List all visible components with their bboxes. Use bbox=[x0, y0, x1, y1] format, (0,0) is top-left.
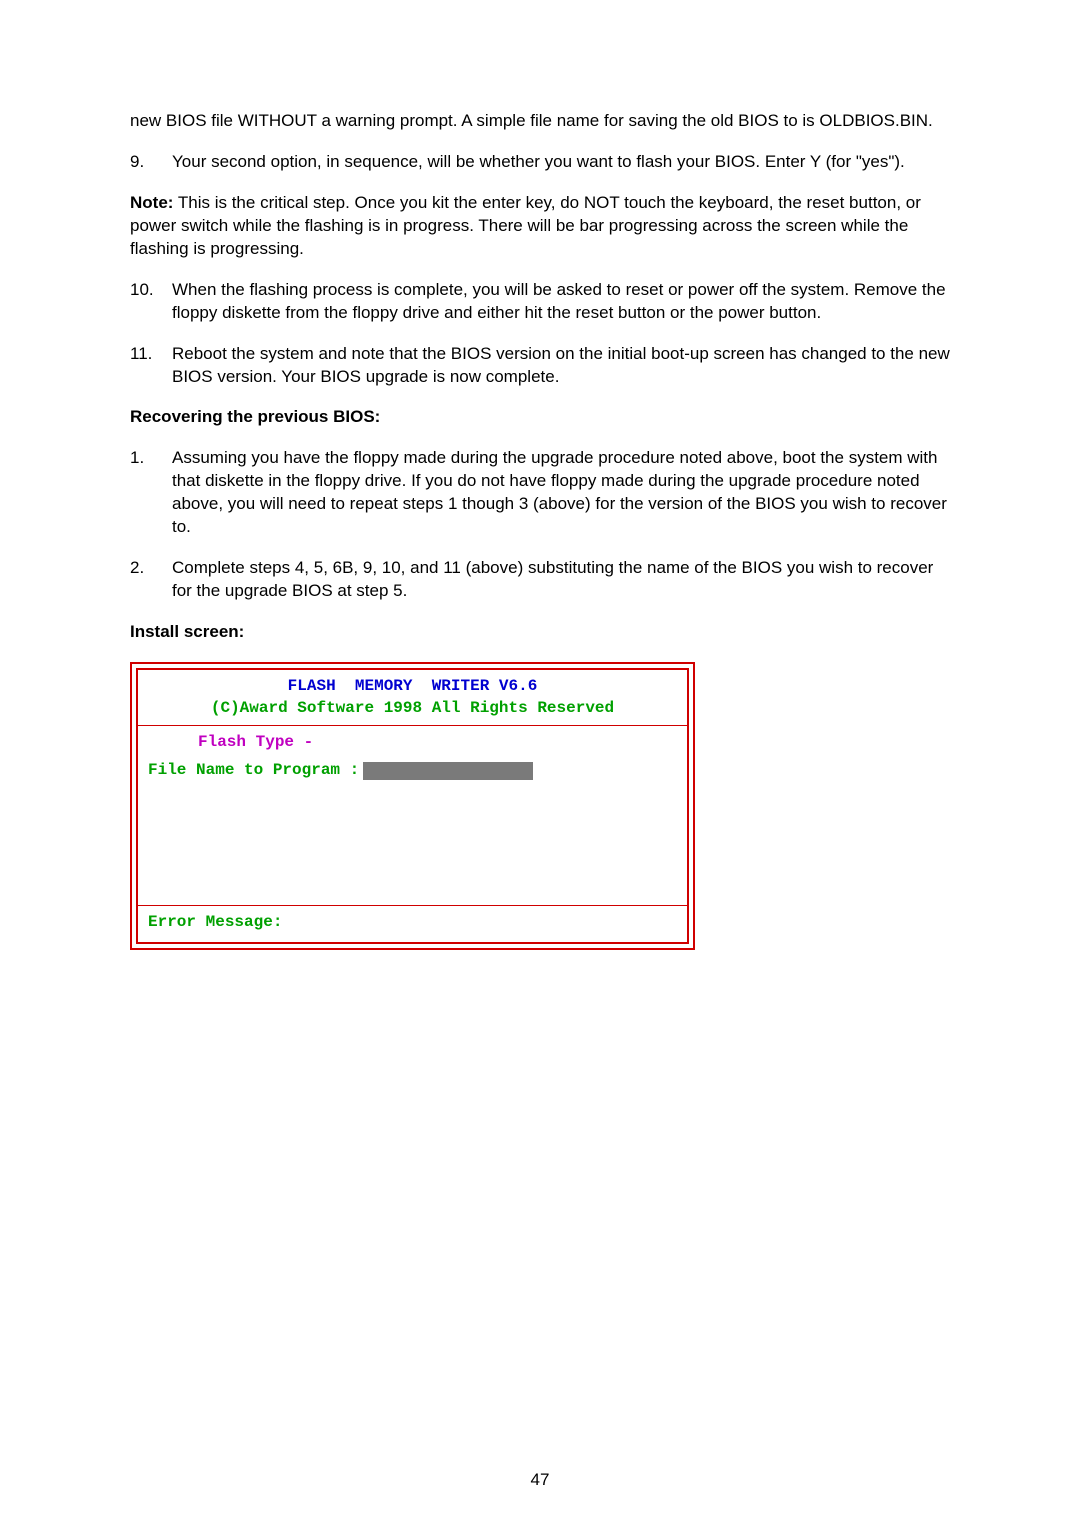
step-11-text: Reboot the system and note that the BIOS… bbox=[172, 343, 950, 389]
note-text: This is the critical step. Once you kit … bbox=[130, 193, 921, 258]
note-label: Note: bbox=[130, 193, 173, 212]
step-10-number: 10. bbox=[130, 279, 172, 325]
bios-title: FLASH MEMORY WRITER V6.6 bbox=[148, 676, 677, 698]
page-number: 47 bbox=[0, 1469, 1080, 1492]
bios-error-label: Error Message: bbox=[148, 912, 677, 934]
recover-1-text: Assuming you have the floppy made during… bbox=[172, 447, 950, 539]
bios-filename-row: File Name to Program : bbox=[148, 760, 677, 782]
step-10-text: When the flashing process is complete, y… bbox=[172, 279, 950, 325]
bios-screenshot: FLASH MEMORY WRITER V6.6 (C)Award Softwa… bbox=[130, 662, 950, 950]
step-9-number: 9. bbox=[130, 151, 172, 174]
bios-filename-label: File Name to Program : bbox=[148, 760, 359, 782]
bios-blank-area bbox=[148, 781, 677, 899]
step-11: 11. Reboot the system and note that the … bbox=[130, 343, 950, 389]
page: new BIOS file WITHOUT a warning prompt. … bbox=[0, 0, 1080, 1528]
bios-filename-input[interactable] bbox=[363, 762, 533, 780]
recover-2-text: Complete steps 4, 5, 6B, 9, 10, and 11 (… bbox=[172, 557, 950, 603]
bios-divider-top bbox=[138, 725, 687, 726]
recover-step-1: 1. Assuming you have the floppy made dur… bbox=[130, 447, 950, 539]
step-11-number: 11. bbox=[130, 343, 172, 389]
bios-flash-type: Flash Type - bbox=[148, 732, 677, 754]
bios-inner-border: FLASH MEMORY WRITER V6.6 (C)Award Softwa… bbox=[136, 668, 689, 944]
note-paragraph: Note: This is the critical step. Once yo… bbox=[130, 192, 950, 261]
recover-step-2: 2. Complete steps 4, 5, 6B, 9, 10, and 1… bbox=[130, 557, 950, 603]
bios-outer-border: FLASH MEMORY WRITER V6.6 (C)Award Softwa… bbox=[130, 662, 695, 950]
step-9: 9. Your second option, in sequence, will… bbox=[130, 151, 950, 174]
recover-heading: Recovering the previous BIOS: bbox=[130, 406, 950, 429]
bios-copyright: (C)Award Software 1998 All Rights Reserv… bbox=[148, 698, 677, 720]
install-screen-heading: Install screen: bbox=[130, 621, 950, 644]
intro-paragraph: new BIOS file WITHOUT a warning prompt. … bbox=[130, 110, 950, 133]
step-10: 10. When the flashing process is complet… bbox=[130, 279, 950, 325]
bios-divider-bottom bbox=[138, 905, 687, 906]
step-9-text: Your second option, in sequence, will be… bbox=[172, 151, 950, 174]
recover-2-number: 2. bbox=[130, 557, 172, 603]
recover-1-number: 1. bbox=[130, 447, 172, 539]
